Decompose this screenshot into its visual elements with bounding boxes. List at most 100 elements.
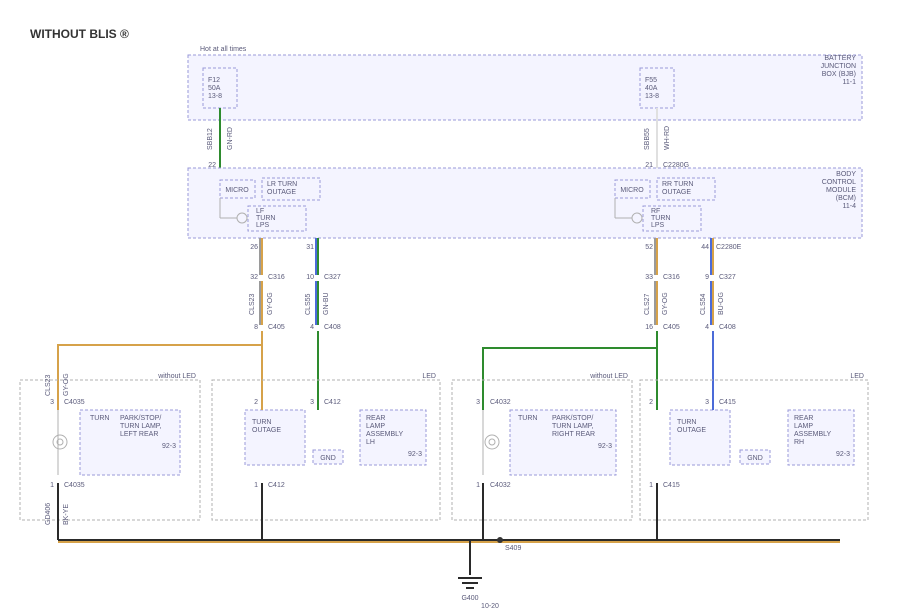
fuse-f55: F55 40A 13-8 bbox=[640, 68, 674, 108]
branch-right-green bbox=[483, 331, 657, 400]
svg-text:LED: LED bbox=[850, 373, 864, 380]
svg-text:TURN: TURN bbox=[651, 215, 670, 222]
bjb-title-3: BOX (BJB) bbox=[822, 71, 856, 78]
lamp-group: without LED PARK/STOP/ TURN LAMP, LEFT R… bbox=[20, 373, 868, 540]
bjb-title-2: JUNCTION bbox=[821, 63, 856, 70]
svg-text:C412: C412 bbox=[268, 482, 285, 489]
svg-text:C405: C405 bbox=[268, 324, 285, 331]
svg-text:TURN LAMP,: TURN LAMP, bbox=[120, 423, 162, 430]
wire-31 bbox=[316, 238, 318, 275]
svg-text:3: 3 bbox=[476, 399, 480, 406]
svg-text:C412: C412 bbox=[324, 399, 341, 406]
svg-text:8: 8 bbox=[254, 324, 258, 331]
svg-text:REAR: REAR bbox=[366, 415, 385, 422]
bcm-title-4: (BCM) bbox=[836, 195, 856, 202]
svg-text:CLS54: CLS54 bbox=[700, 293, 707, 315]
svg-text:3: 3 bbox=[310, 399, 314, 406]
bjb-title-1: BATTERY bbox=[824, 55, 856, 62]
svg-text:92-3: 92-3 bbox=[162, 443, 176, 450]
svg-text:RR TURN: RR TURN bbox=[662, 181, 693, 188]
svg-text:CLS27: CLS27 bbox=[644, 293, 651, 315]
svg-text:1: 1 bbox=[254, 482, 258, 489]
svg-text:RIGHT REAR: RIGHT REAR bbox=[552, 431, 595, 438]
svg-text:50A: 50A bbox=[208, 85, 221, 92]
fuse-f12: F12 50A 13-8 bbox=[203, 68, 237, 108]
svg-text:WH-RD: WH-RD bbox=[664, 126, 671, 150]
hot-label: Hot at all times bbox=[200, 46, 247, 53]
svg-text:BU-OG: BU-OG bbox=[718, 292, 725, 315]
svg-text:1: 1 bbox=[50, 482, 54, 489]
svg-text:GY-OG: GY-OG bbox=[662, 292, 669, 315]
svg-text:LR TURN: LR TURN bbox=[267, 181, 297, 188]
bjb-ref: 11-1 bbox=[843, 79, 857, 86]
svg-text:GND: GND bbox=[747, 455, 763, 462]
svg-text:C316: C316 bbox=[268, 274, 285, 281]
svg-text:C4035: C4035 bbox=[64, 399, 85, 406]
svg-text:RH: RH bbox=[794, 439, 804, 446]
wire-44 bbox=[711, 238, 713, 275]
svg-text:OUTAGE: OUTAGE bbox=[267, 189, 296, 196]
svg-text:LAMP: LAMP bbox=[794, 423, 813, 430]
svg-text:GY-OG: GY-OG bbox=[63, 373, 70, 396]
svg-text:C4035: C4035 bbox=[64, 482, 85, 489]
svg-text:without LED: without LED bbox=[589, 373, 628, 380]
svg-text:LPS: LPS bbox=[256, 222, 270, 229]
svg-text:F12: F12 bbox=[208, 77, 220, 84]
svg-text:GN-BU: GN-BU bbox=[323, 292, 330, 315]
bjb-box bbox=[188, 55, 862, 120]
svg-text:CLS23: CLS23 bbox=[249, 293, 256, 315]
svg-text:13-8: 13-8 bbox=[208, 93, 222, 100]
svg-text:13-8: 13-8 bbox=[645, 93, 659, 100]
svg-text:ASSEMBLY: ASSEMBLY bbox=[794, 431, 832, 438]
svg-text:LPS: LPS bbox=[651, 222, 665, 229]
wire-26 bbox=[260, 238, 262, 275]
svg-text:92-3: 92-3 bbox=[836, 451, 850, 458]
svg-text:40A: 40A bbox=[645, 85, 658, 92]
svg-text:33: 33 bbox=[645, 274, 653, 281]
svg-text:SBB12: SBB12 bbox=[207, 128, 214, 150]
bcm-title-3: MODULE bbox=[826, 187, 856, 194]
svg-text:31: 31 bbox=[306, 244, 314, 251]
svg-text:10-20: 10-20 bbox=[481, 603, 499, 610]
svg-text:CLS55: CLS55 bbox=[305, 293, 312, 315]
svg-text:LH: LH bbox=[366, 439, 375, 446]
bcm-title-1: BODY bbox=[836, 171, 856, 178]
bcm-ref: 11-4 bbox=[843, 203, 857, 210]
svg-text:SBB55: SBB55 bbox=[644, 128, 651, 150]
svg-text:F55: F55 bbox=[645, 77, 657, 84]
svg-text:2: 2 bbox=[254, 399, 258, 406]
svg-text:TURN: TURN bbox=[252, 419, 271, 426]
svg-text:S409: S409 bbox=[505, 545, 521, 552]
svg-text:MICRO: MICRO bbox=[225, 187, 249, 194]
svg-text:52: 52 bbox=[645, 244, 653, 251]
svg-text:REAR: REAR bbox=[794, 415, 813, 422]
svg-text:GN-RD: GN-RD bbox=[227, 127, 234, 150]
svg-text:TURN: TURN bbox=[677, 419, 696, 426]
svg-text:26: 26 bbox=[250, 244, 258, 251]
svg-text:C2280E: C2280E bbox=[716, 244, 742, 251]
svg-text:C327: C327 bbox=[719, 274, 736, 281]
svg-text:GND: GND bbox=[320, 455, 336, 462]
svg-text:OUTAGE: OUTAGE bbox=[252, 427, 281, 434]
svg-text:LAMP: LAMP bbox=[366, 423, 385, 430]
svg-text:MICRO: MICRO bbox=[620, 187, 644, 194]
svg-text:TURN: TURN bbox=[518, 415, 537, 422]
branch-left-orange bbox=[58, 331, 262, 400]
svg-text:OUTAGE: OUTAGE bbox=[662, 189, 691, 196]
svg-text:LEFT REAR: LEFT REAR bbox=[120, 431, 158, 438]
svg-text:C415: C415 bbox=[719, 399, 736, 406]
svg-text:G400: G400 bbox=[461, 595, 478, 602]
svg-text:TURN: TURN bbox=[90, 415, 109, 422]
svg-text:C327: C327 bbox=[324, 274, 341, 281]
svg-text:1: 1 bbox=[649, 482, 653, 489]
svg-text:without LED: without LED bbox=[157, 373, 196, 380]
svg-text:C415: C415 bbox=[663, 482, 680, 489]
svg-text:1: 1 bbox=[476, 482, 480, 489]
svg-text:C408: C408 bbox=[324, 324, 341, 331]
svg-text:CLS23: CLS23 bbox=[45, 374, 52, 396]
ground-bus: S409 G400 10-20 bbox=[58, 537, 840, 610]
svg-text:10: 10 bbox=[306, 274, 314, 281]
diagram-title: WITHOUT BLIS ® bbox=[30, 27, 129, 41]
svg-text:32: 32 bbox=[250, 274, 258, 281]
svg-text:LED: LED bbox=[422, 373, 436, 380]
